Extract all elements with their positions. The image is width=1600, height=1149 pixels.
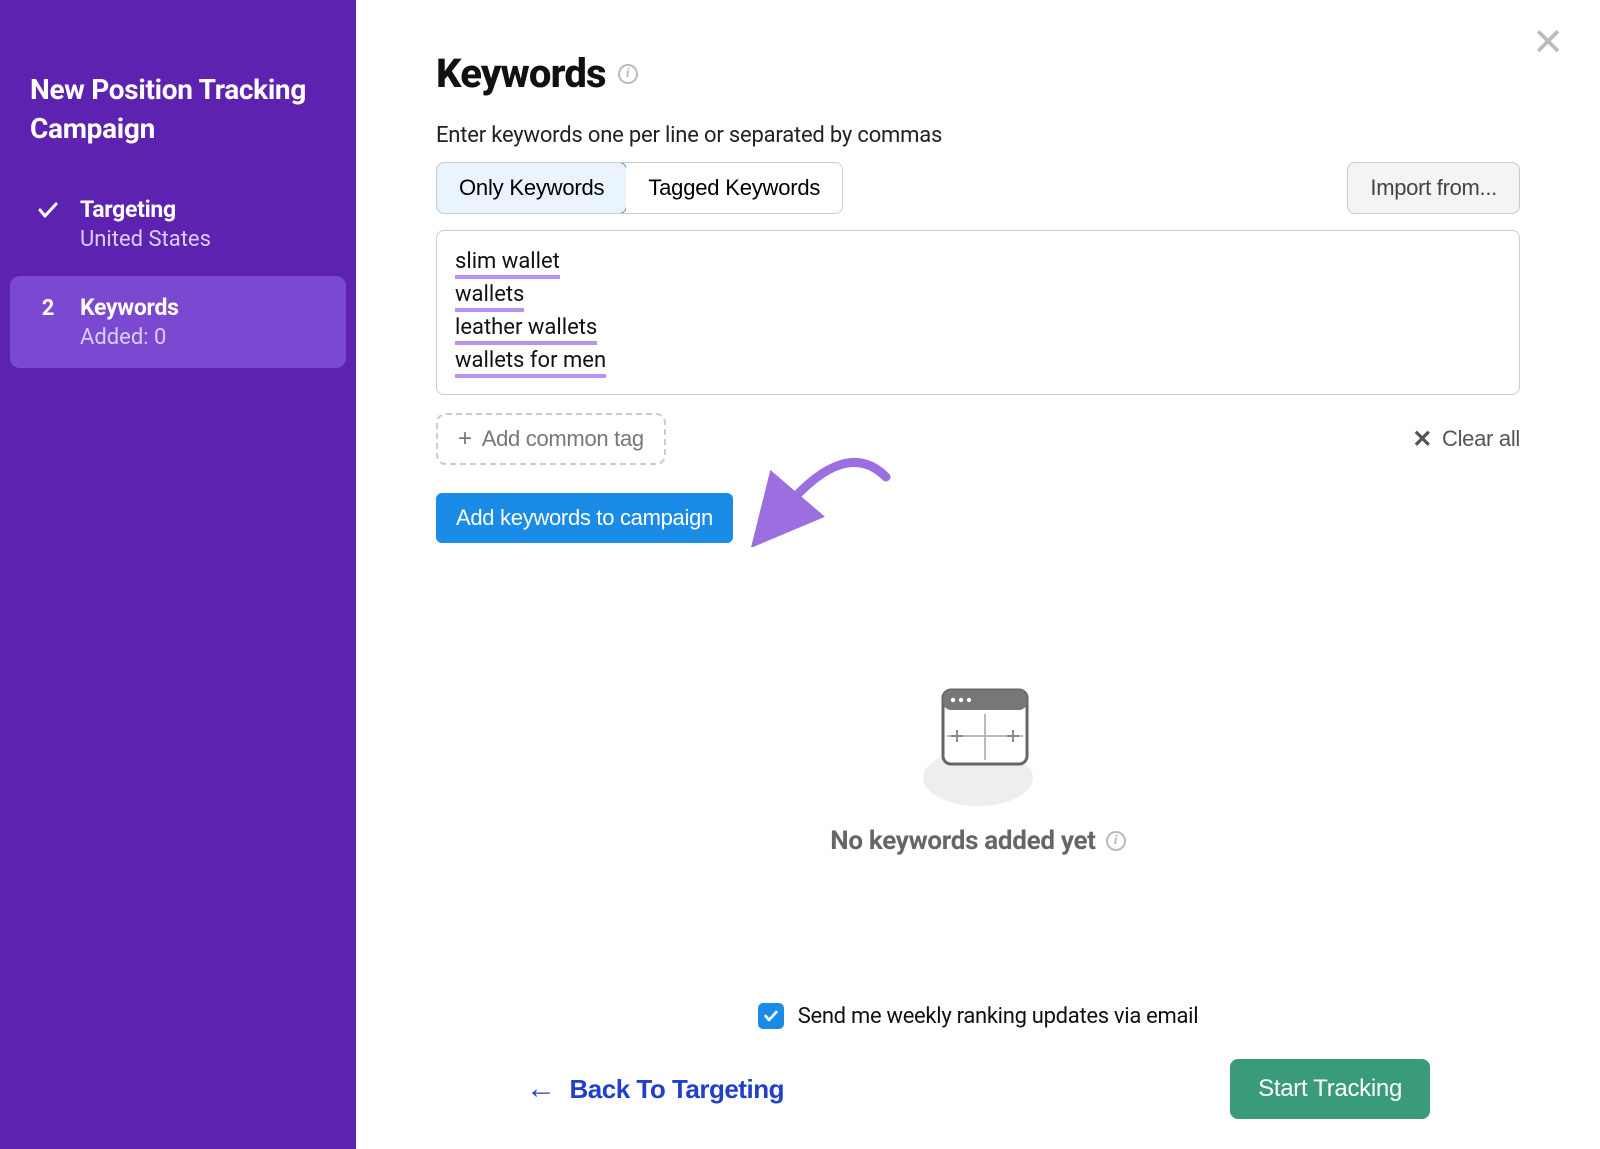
- step-keywords[interactable]: 2 Keywords Added: 0: [10, 276, 346, 368]
- close-button[interactable]: ✕: [1532, 24, 1564, 62]
- email-updates-label: Send me weekly ranking updates via email: [798, 1004, 1199, 1029]
- add-keywords-to-campaign-button[interactable]: Add keywords to campaign: [436, 493, 733, 543]
- clear-all-button[interactable]: ✕ Clear all: [1412, 425, 1520, 454]
- close-icon: ✕: [1532, 22, 1564, 64]
- step-title: Targeting: [80, 196, 326, 223]
- clear-all-label: Clear all: [1442, 426, 1520, 452]
- sidebar-title: New Position Tracking Campaign: [10, 20, 346, 178]
- add-common-tag-button[interactable]: + Add common tag: [436, 413, 666, 465]
- add-tag-label: Add common tag: [482, 426, 644, 452]
- step-subtitle: Added: 0: [80, 325, 326, 350]
- start-tracking-button[interactable]: Start Tracking: [1230, 1059, 1430, 1119]
- check-icon: [30, 196, 66, 222]
- x-icon: ✕: [1412, 425, 1432, 454]
- plus-icon: +: [458, 425, 472, 453]
- keyword-entry: leather wallets: [455, 315, 597, 345]
- step-targeting[interactable]: Targeting United States: [10, 178, 346, 270]
- step-title: Keywords: [80, 294, 326, 321]
- empty-illustration-icon: [913, 670, 1043, 810]
- import-from-button[interactable]: Import from...: [1347, 162, 1520, 214]
- back-label: Back To Targeting: [570, 1074, 784, 1105]
- wizard-sidebar: New Position Tracking Campaign Targeting…: [0, 0, 356, 1149]
- keyword-entry: wallets for men: [455, 348, 606, 378]
- check-icon: [763, 1008, 779, 1024]
- main-panel: ✕ Keywords i Enter keywords one per line…: [356, 0, 1600, 1149]
- step-subtitle: United States: [80, 227, 326, 252]
- keyword-entry: slim wallet: [455, 249, 560, 279]
- help-text: Enter keywords one per line or separated…: [436, 123, 1520, 148]
- keyword-entry: wallets: [455, 282, 524, 312]
- page-title: Keywords: [436, 50, 606, 97]
- empty-state-text: No keywords added yet: [830, 826, 1095, 856]
- info-icon[interactable]: i: [1106, 831, 1126, 851]
- back-to-targeting-button[interactable]: ← Back To Targeting: [526, 1072, 784, 1106]
- info-icon[interactable]: i: [618, 64, 638, 84]
- step-number: 2: [30, 294, 66, 321]
- tagged-keywords-tab[interactable]: Tagged Keywords: [626, 163, 842, 213]
- email-updates-checkbox[interactable]: [758, 1003, 784, 1029]
- keywords-input[interactable]: slim wallet wallets leather wallets wall…: [436, 230, 1520, 395]
- only-keywords-tab[interactable]: Only Keywords: [436, 162, 627, 214]
- empty-state: No keywords added yet i: [436, 553, 1520, 973]
- keyword-mode-toggle: Only Keywords Tagged Keywords: [436, 162, 843, 214]
- arrow-left-icon: ←: [526, 1072, 556, 1106]
